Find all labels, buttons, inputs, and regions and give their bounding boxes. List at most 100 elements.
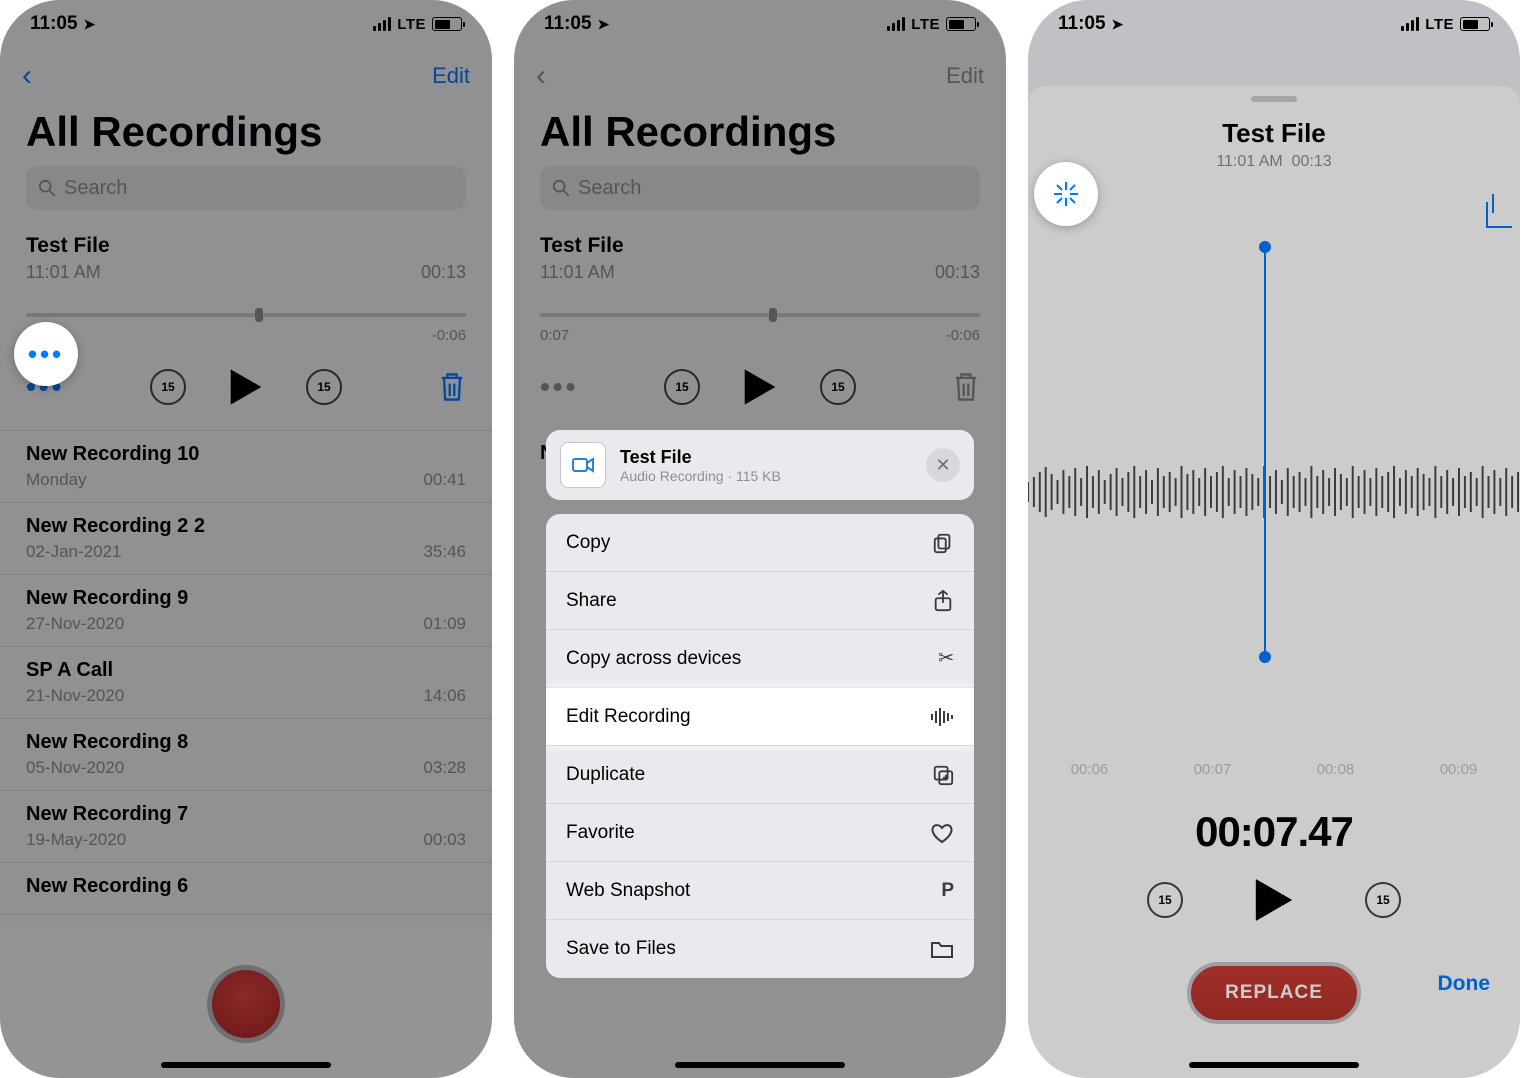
screen-all-recordings: 11:05 ➤ LTE ‹ Edit All Recordings Search…	[0, 0, 492, 1078]
menu-subtitle: Audio Recording · 115 KB	[620, 468, 781, 484]
ellipsis-icon: •••	[28, 339, 64, 370]
search-icon	[552, 179, 570, 197]
list-item[interactable]: New Recording 9 27-Nov-202001:09	[0, 575, 492, 647]
skip-fwd-button[interactable]: 15	[820, 369, 856, 405]
menu-save-to-files[interactable]: Save to Files	[546, 920, 974, 978]
play-button[interactable]	[742, 367, 778, 407]
waveform-icon	[930, 707, 954, 727]
scrub-remaining: -0:06	[432, 327, 466, 344]
selected-duration: 00:13	[421, 262, 466, 283]
editor-bottom: REPLACE Done	[1028, 950, 1520, 1078]
sheet-grabber[interactable]	[1251, 96, 1297, 102]
edit-link[interactable]: Edit	[946, 63, 984, 89]
search-placeholder: Search	[64, 177, 127, 200]
status-bar: 11:05 ➤ LTE	[514, 0, 1006, 48]
search-placeholder: Search	[578, 177, 641, 200]
scrub-pos: 0:07	[540, 327, 569, 344]
list-item[interactable]: New Recording 2 2 02-Jan-202135:46	[0, 503, 492, 575]
play-button[interactable]	[228, 367, 264, 407]
page-title: All Recordings	[514, 104, 1006, 166]
selected-recording[interactable]: Test File 11:01 AM 00:13	[0, 224, 492, 283]
trash-button[interactable]	[438, 371, 466, 403]
trash-button[interactable]	[952, 371, 980, 403]
skip-fwd-button[interactable]: 15	[1365, 882, 1401, 918]
more-button[interactable]: •••	[540, 371, 578, 403]
status-bar: 11:05 ➤ LTE	[1028, 0, 1520, 48]
selected-name: Test File	[540, 234, 980, 258]
list-item[interactable]: SP A Call 21-Nov-202014:06	[0, 647, 492, 719]
status-bar: 11:05 ➤ LTE	[0, 0, 492, 48]
editor-sheet: Test File 11:01 AM 00:13 00:06 00:07 00:…	[1028, 86, 1520, 1078]
timeline: 00:06 00:07 00:08 00:09	[1028, 757, 1520, 792]
scissors-icon: ✂	[938, 647, 954, 670]
signal-icon	[373, 17, 391, 31]
menu-close-button[interactable]: ✕	[926, 448, 960, 482]
skip-fwd-button[interactable]: 15	[306, 369, 342, 405]
annotation-spotlight: •••	[14, 322, 78, 386]
editor-sub: 11:01 AM 00:13	[1028, 153, 1520, 171]
selected-duration: 00:13	[935, 262, 980, 283]
context-menu: Test File Audio Recording · 115 KB ✕ Cop…	[546, 430, 974, 978]
menu-copy-across[interactable]: Copy across devices ✂	[546, 630, 974, 688]
list-item[interactable]: New Recording 6	[0, 863, 492, 915]
record-button[interactable]	[207, 965, 285, 1043]
search-input[interactable]: Search	[26, 166, 466, 210]
menu-web-snapshot[interactable]: Web Snapshot P	[546, 862, 974, 920]
menu-edit-recording[interactable]: Edit Recording	[546, 688, 974, 746]
scrubber[interactable]	[26, 313, 466, 317]
home-indicator[interactable]	[161, 1062, 331, 1068]
heart-icon	[930, 822, 954, 844]
location-icon: ➤	[598, 16, 610, 33]
network-label: LTE	[1425, 16, 1454, 33]
skip-back-button[interactable]: 15	[150, 369, 186, 405]
audio-thumb-icon	[560, 442, 606, 488]
menu-duplicate[interactable]: Duplicate	[546, 746, 974, 804]
search-input[interactable]: Search	[540, 166, 980, 210]
signal-icon	[1401, 17, 1419, 31]
list-item[interactable]: New Recording 10 Monday00:41	[0, 431, 492, 503]
replace-button[interactable]: REPLACE	[1187, 962, 1361, 1024]
list-item[interactable]: New Recording 7 19-May-202000:03	[0, 791, 492, 863]
selected-recording[interactable]: Test File 11:01 AM 00:13	[514, 224, 1006, 283]
battery-icon	[1460, 17, 1490, 31]
snapshot-icon: P	[941, 880, 954, 902]
edit-link[interactable]: Edit	[432, 63, 470, 89]
menu-copy[interactable]: Copy	[546, 514, 974, 572]
selected-name: Test File	[26, 234, 466, 258]
record-bar	[0, 930, 492, 1078]
done-link[interactable]: Done	[1438, 972, 1491, 996]
editor-toolbar	[1028, 171, 1520, 227]
battery-icon	[432, 17, 462, 31]
player-controls: ••• 15 15	[514, 344, 1006, 430]
scrubber[interactable]	[540, 313, 980, 317]
crop-button[interactable]	[1492, 196, 1494, 214]
network-label: LTE	[911, 16, 940, 33]
folder-icon	[930, 939, 954, 959]
playhead[interactable]	[1264, 247, 1266, 657]
skip-back-button[interactable]: 15	[664, 369, 700, 405]
screen-context-menu: 11:05 ➤ LTE ‹ Edit All Recordings Search…	[514, 0, 1006, 1078]
back-button[interactable]: ‹	[22, 59, 32, 93]
menu-favorite[interactable]: Favorite	[546, 804, 974, 862]
selected-time: 11:01 AM	[26, 262, 101, 283]
battery-icon	[946, 17, 976, 31]
menu-share[interactable]: Share	[546, 572, 974, 630]
home-indicator[interactable]	[1189, 1062, 1359, 1068]
nav-bar: ‹ Edit	[0, 48, 492, 104]
menu-title: Test File	[620, 447, 781, 468]
copy-icon	[932, 532, 954, 554]
back-button[interactable]: ‹	[536, 59, 546, 93]
clock: 11:05	[1058, 13, 1106, 35]
annotation-spotlight	[1034, 162, 1098, 226]
waveform[interactable]	[1028, 227, 1520, 757]
play-button[interactable]	[1253, 876, 1295, 924]
selected-time: 11:01 AM	[540, 262, 615, 283]
signal-icon	[887, 17, 905, 31]
duplicate-icon	[932, 764, 954, 786]
skip-back-button[interactable]: 15	[1147, 882, 1183, 918]
recording-list: New Recording 10 Monday00:41 New Recordi…	[0, 430, 492, 915]
scrub-remaining: -0:06	[946, 327, 980, 344]
home-indicator[interactable]	[675, 1062, 845, 1068]
editor-controls: 15 15	[1028, 876, 1520, 950]
list-item[interactable]: New Recording 8 05-Nov-202003:28	[0, 719, 492, 791]
